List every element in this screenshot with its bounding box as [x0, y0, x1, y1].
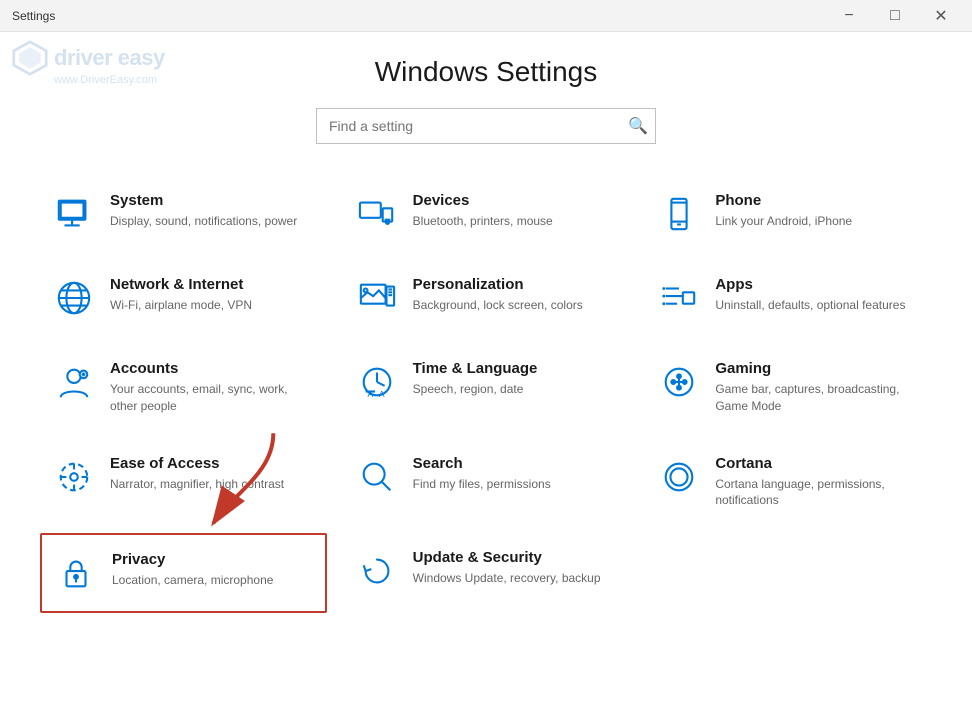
- page-title: Windows Settings: [40, 56, 932, 88]
- maximize-button[interactable]: □: [872, 0, 918, 32]
- accounts-name: Accounts: [110, 360, 315, 377]
- ease-desc: Narrator, magnifier, high contrast: [110, 476, 315, 493]
- window-title: Settings: [12, 9, 55, 23]
- devices-desc: Bluetooth, printers, mouse: [413, 213, 618, 230]
- time-desc: Speech, region, date: [413, 381, 618, 398]
- phone-desc: Link your Android, iPhone: [715, 213, 920, 230]
- search-bar: 🔍: [40, 108, 932, 144]
- privacy-icon: [54, 551, 98, 595]
- setting-item-apps[interactable]: Apps Uninstall, defaults, optional featur…: [645, 260, 932, 336]
- setting-item-cortana[interactable]: Cortana Cortana language, permissions, no…: [645, 439, 932, 526]
- cortana-desc: Cortana language, permissions, notificat…: [715, 476, 920, 510]
- ease-name: Ease of Access: [110, 455, 315, 472]
- system-desc: Display, sound, notifications, power: [110, 213, 315, 230]
- personalization-icon: [355, 276, 399, 320]
- apps-name: Apps: [715, 276, 920, 293]
- svg-text:A: A: [379, 389, 385, 399]
- search-input[interactable]: [316, 108, 656, 144]
- cortana-icon: [657, 455, 701, 499]
- window-controls: − □ ✕: [826, 0, 964, 32]
- setting-item-accounts[interactable]: Accounts Your accounts, email, sync, work…: [40, 344, 327, 431]
- setting-item-ease[interactable]: Ease of Access Narrator, magnifier, high …: [40, 439, 327, 526]
- apps-desc: Uninstall, defaults, optional features: [715, 297, 920, 314]
- update-name: Update & Security: [413, 549, 618, 566]
- network-icon: [52, 276, 96, 320]
- setting-item-network[interactable]: Network & Internet Wi-Fi, airplane mode, …: [40, 260, 327, 336]
- accounts-desc: Your accounts, email, sync, work, other …: [110, 381, 315, 415]
- apps-icon: [657, 276, 701, 320]
- minimize-button[interactable]: −: [826, 0, 872, 32]
- network-name: Network & Internet: [110, 276, 315, 293]
- watermark-logo: driver easy www.DriverEasy.com: [12, 40, 165, 86]
- time-name: Time & Language: [413, 360, 618, 377]
- devices-name: Devices: [413, 192, 618, 209]
- search-name: Search: [413, 455, 618, 472]
- setting-item-devices[interactable]: Devices Bluetooth, printers, mouse: [343, 176, 630, 252]
- setting-item-phone[interactable]: Phone Link your Android, iPhone: [645, 176, 932, 252]
- update-icon: [355, 549, 399, 593]
- setting-item-gaming[interactable]: Gaming Game bar, captures, broadcasting, …: [645, 344, 932, 431]
- personalization-desc: Background, lock screen, colors: [413, 297, 618, 314]
- system-name: System: [110, 192, 315, 209]
- system-icon: [52, 192, 96, 236]
- time-icon: A A: [355, 360, 399, 404]
- update-desc: Windows Update, recovery, backup: [413, 570, 618, 587]
- search-desc: Find my files, permissions: [413, 476, 618, 493]
- network-desc: Wi-Fi, airplane mode, VPN: [110, 297, 315, 314]
- devices-icon: [355, 192, 399, 236]
- brand-url: www.DriverEasy.com: [54, 74, 157, 86]
- gaming-desc: Game bar, captures, broadcasting, Game M…: [715, 381, 920, 415]
- phone-icon: [657, 192, 701, 236]
- search-wrapper: 🔍: [316, 108, 656, 144]
- titlebar: Settings − □ ✕: [0, 0, 972, 32]
- setting-item-time[interactable]: A A Time & Language Speech, region, date: [343, 344, 630, 431]
- setting-item-personalization[interactable]: Personalization Background, lock screen, …: [343, 260, 630, 336]
- main-content: Windows Settings 🔍 System Display, sound,…: [0, 32, 972, 703]
- phone-name: Phone: [715, 192, 920, 209]
- close-button[interactable]: ✕: [918, 0, 964, 32]
- setting-item-update[interactable]: Update & Security Windows Update, recover…: [343, 533, 630, 613]
- setting-item-system[interactable]: System Display, sound, notifications, pow…: [40, 176, 327, 252]
- setting-item-search[interactable]: Search Find my files, permissions: [343, 439, 630, 526]
- search-icon-button[interactable]: 🔍: [628, 116, 648, 136]
- search-icon: [355, 455, 399, 499]
- settings-grid: System Display, sound, notifications, pow…: [40, 176, 932, 613]
- cortana-name: Cortana: [715, 455, 920, 472]
- personalization-name: Personalization: [413, 276, 618, 293]
- setting-item-privacy[interactable]: Privacy Location, camera, microphone: [40, 533, 327, 613]
- gaming-icon: [657, 360, 701, 404]
- brand-name: driver easy: [54, 45, 165, 71]
- ease-icon: [52, 455, 96, 499]
- privacy-desc: Location, camera, microphone: [112, 572, 313, 589]
- accounts-icon: [52, 360, 96, 404]
- gaming-name: Gaming: [715, 360, 920, 377]
- privacy-name: Privacy: [112, 551, 313, 568]
